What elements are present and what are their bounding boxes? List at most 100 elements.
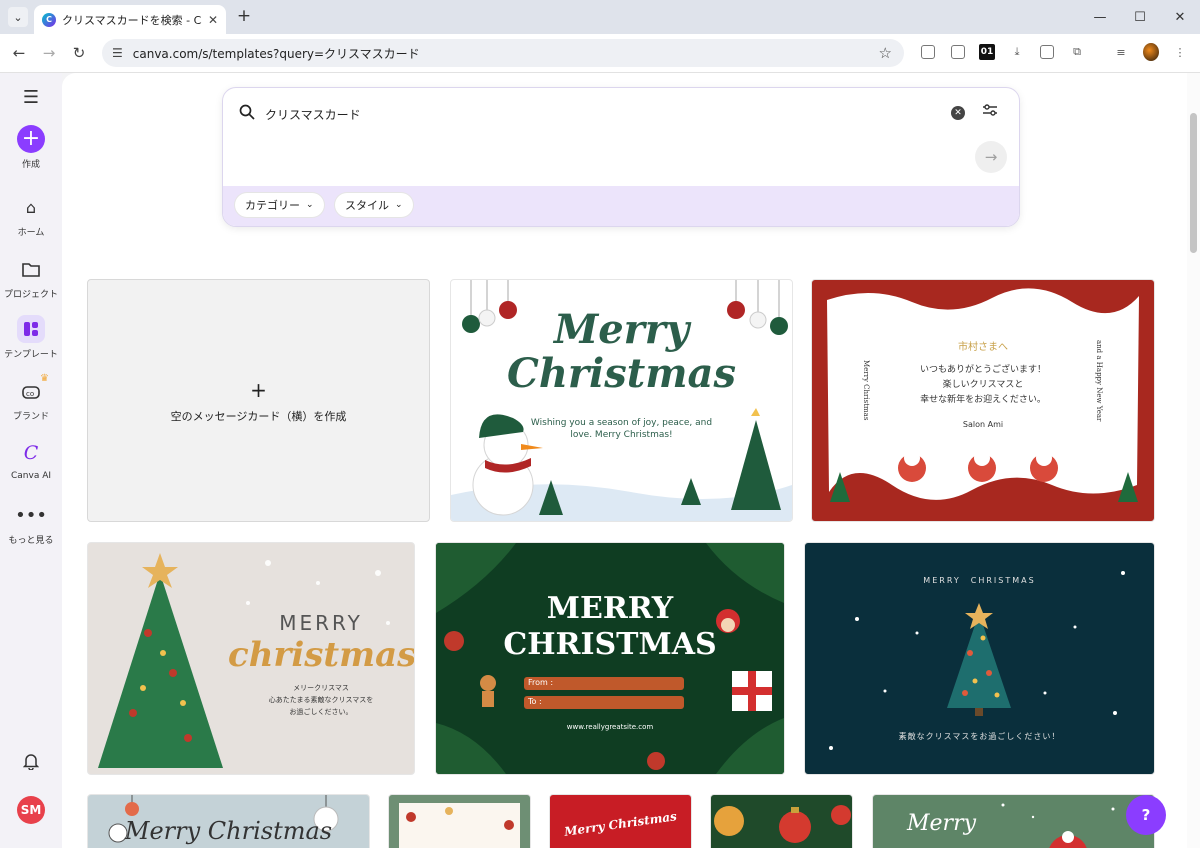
tab-title: クリスマスカードを検索 - Canva [62, 13, 202, 27]
reload-icon[interactable]: ↻ [68, 42, 90, 64]
back-icon[interactable]: ← [8, 42, 30, 64]
template-header: MERRY CHRISTMAS [923, 576, 1036, 585]
template-site: www.reallygreatsite.com [566, 723, 654, 731]
bookmark-star-icon[interactable]: ☆ [879, 44, 892, 62]
sidebar-item-label: ホーム [17, 228, 45, 238]
chip-label: カテゴリー [245, 199, 300, 212]
sidebar-item-label: 作成 [21, 160, 40, 170]
template-subtitle: love. Merry Christmas! [570, 430, 673, 440]
template-card-red-merry-christmas[interactable]: Merry Christmas [549, 794, 692, 848]
profile-icon[interactable] [1143, 43, 1159, 61]
sidebar-item-label: プロジェクト [3, 290, 58, 300]
sidebar-item-label: Canva AI [10, 471, 52, 481]
create-blank-card[interactable]: + 空のメッセージカード（横）を作成 [87, 279, 430, 522]
download-icon[interactable]: ⤓ [1009, 44, 1025, 60]
template-card-merry-christmas-snowman[interactable]: Merry Christmas Wishing you a season of … [450, 279, 793, 522]
sidebar-item-canva-ai[interactable]: C Canva AI [0, 439, 62, 481]
template-to-label: To : [528, 697, 542, 706]
browser-tab-strip: ⌄ C クリスマスカードを検索 - Canva ✕ + — ☐ ✕ [0, 0, 1200, 34]
template-title: Merry [553, 306, 690, 353]
window-close-icon[interactable]: ✕ [1160, 5, 1200, 29]
template-from-label: From : [528, 678, 554, 687]
template-card-tree-christmas[interactable]: MERRY christmas メリークリスマス 心あたたまる素敵なクリスマスを… [87, 542, 415, 775]
help-button[interactable]: ? [1126, 795, 1166, 835]
minimize-icon[interactable]: — [1080, 5, 1120, 29]
search-panel: クリスマスカード ✕ → カテゴリー ⌄ スタイル ⌄ [222, 87, 1020, 227]
notifications-bell[interactable] [0, 747, 62, 775]
canva-favicon-icon: C [42, 12, 56, 27]
template-subtitle: Wishing you a season of joy, peace, and [530, 418, 713, 428]
address-bar[interactable]: ☰ canva.com/s/templates?query=クリスマスカード ☆ [102, 39, 904, 67]
template-card-navy-christmas[interactable]: MERRY CHRISTMAS 素敵なクリスマスをお過ごしください！ [804, 542, 1155, 775]
plus-icon: + [250, 377, 267, 402]
submit-search-button[interactable]: → [975, 141, 1007, 173]
more-icon: ••• [15, 504, 47, 526]
template-title: MERRY [546, 591, 674, 626]
url-text: canva.com/s/templates?query=クリスマスカード [132, 46, 420, 61]
extension-camera-icon[interactable] [1039, 44, 1055, 60]
template-title: CHRISTMAS [503, 627, 717, 662]
tab-search-icon[interactable]: ⌄ [8, 7, 28, 27]
template-footer: 素敵なクリスマスをお過ごしください！ [898, 732, 1061, 741]
template-title: christmas [228, 635, 415, 675]
extension-media-icon[interactable] [950, 44, 966, 60]
filter-chip-bar: カテゴリー ⌄ スタイル ⌄ [223, 186, 1019, 226]
filter-sliders-icon[interactable] [983, 104, 997, 120]
template-line: お過ごしください。 [289, 708, 353, 716]
template-vertical-right: and a Happy New Year [1095, 340, 1103, 422]
template-card-salon-ami[interactable]: 市村さまへ いつもありがとうございます！ 楽しいクリスマスと 幸せな新年をお迎え… [811, 279, 1155, 522]
template-card-green-christmas[interactable]: MERRY CHRISTMAS From : To : www.reallygr… [435, 542, 785, 775]
style-filter-chip[interactable]: スタイル ⌄ [335, 193, 413, 217]
browser-menu-icon[interactable]: ⋮ [1172, 44, 1188, 60]
bell-icon [17, 747, 45, 775]
crown-icon: ♛ [40, 373, 49, 384]
extension-bird-icon[interactable] [920, 44, 936, 60]
search-input[interactable]: クリスマスカード [265, 106, 361, 123]
site-info-icon[interactable]: ☰ [112, 46, 123, 60]
template-title: MERRY [279, 611, 363, 635]
extension-01-icon[interactable]: 01 [979, 44, 995, 60]
template-line: メリークリスマス [293, 684, 349, 692]
blank-card-label: 空のメッセージカード（横）を作成 [170, 409, 347, 423]
svg-text:co: co [26, 390, 34, 398]
vertical-scrollbar[interactable] [1187, 73, 1200, 848]
new-tab-button[interactable]: + [234, 6, 254, 26]
sidebar-item-home[interactable]: ⌂ ホーム [0, 193, 62, 239]
chip-label: スタイル [345, 199, 389, 212]
browser-tab[interactable]: C クリスマスカードを検索 - Canva ✕ [34, 5, 226, 34]
maximize-icon[interactable]: ☐ [1120, 5, 1160, 29]
avatar[interactable]: SM [17, 796, 45, 824]
folder-icon [17, 255, 45, 283]
scrollbar-thumb[interactable] [1190, 113, 1197, 253]
sidebar-item-more[interactable]: ••• もっと見る [0, 501, 62, 547]
category-filter-chip[interactable]: カテゴリー ⌄ [235, 193, 324, 217]
sidebar-item-label: もっと見る [8, 536, 54, 546]
template-card-green-merry[interactable]: Merry [872, 794, 1155, 848]
sidebar-item-brand[interactable]: co ♛ ブランド [0, 373, 62, 422]
sidebar-item-templates[interactable]: テンプレート [0, 315, 62, 360]
sidebar-item-label: ブランド [12, 412, 49, 422]
sidebar-item-projects[interactable]: プロジェクト [0, 255, 62, 300]
home-icon: ⌂ [25, 197, 37, 217]
media-playlist-icon[interactable]: ≡ [1113, 44, 1129, 60]
sidebar-item-create[interactable]: + 作成 [0, 125, 62, 170]
template-title: Merry Christmas [124, 817, 333, 845]
template-title: Christmas [507, 350, 736, 397]
template-title: Merry Christmas [563, 809, 678, 839]
template-line: 心あたたまる素敵なクリスマスを [268, 696, 374, 704]
template-card-bauble-christmas[interactable] [710, 794, 853, 848]
plus-icon: + [17, 125, 45, 153]
main-content: クリスマスカード ✕ → カテゴリー ⌄ スタイル ⌄ + 空のメッセージカード（横… [62, 73, 1187, 848]
canva-sidebar: ☰ + 作成 ⌂ ホーム プロジェクト テンプレート co ♛ ブランド C C… [0, 73, 62, 848]
sidebar-item-label: テンプレート [4, 350, 58, 360]
sidebar-menu-icon[interactable]: ☰ [0, 83, 62, 111]
forward-icon[interactable]: → [38, 42, 60, 64]
clear-search-icon[interactable]: ✕ [951, 106, 965, 120]
template-card-ornament-christmas[interactable]: Merry Christmas [87, 794, 370, 848]
template-vertical-left: Merry Christmas [862, 360, 870, 421]
template-card-floral-frame[interactable] [388, 794, 531, 848]
extensions-puzzle-icon[interactable]: ⧉ [1069, 44, 1085, 60]
tab-close-icon[interactable]: ✕ [208, 13, 218, 27]
chevron-down-icon: ⌄ [395, 200, 403, 210]
search-icon [239, 104, 255, 124]
